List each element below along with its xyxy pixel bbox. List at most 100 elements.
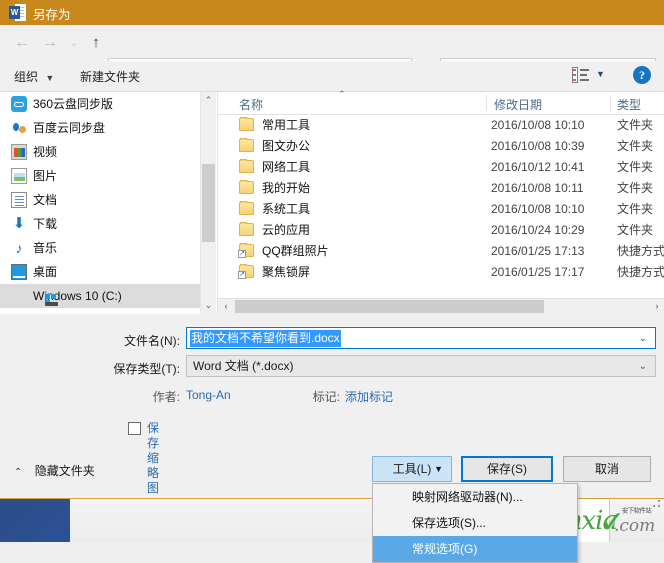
view-mode-chevron-icon[interactable]: ▼ bbox=[596, 69, 605, 79]
up-button[interactable]: ↑ bbox=[84, 31, 108, 55]
new-folder-button[interactable]: 新建文件夹 bbox=[80, 68, 140, 85]
file-name: 云的应用 bbox=[262, 223, 311, 237]
sort-indicator-icon: ⌃ bbox=[338, 89, 346, 99]
menu-item-general-options[interactable]: 常规选项(G) bbox=[373, 536, 577, 562]
column-header-type[interactable]: 类型 bbox=[617, 96, 641, 113]
sidebar-item-label: 文档 bbox=[33, 193, 58, 207]
file-date: 2016/10/08 10:10 bbox=[491, 118, 585, 132]
save-as-screen: Anxia ✓ .com 安下软件站 W 另存为 ← → ⌄ ↑ « › bbox=[0, 0, 664, 563]
music-icon: ♪ bbox=[15, 240, 23, 256]
add-tag-link[interactable]: 添加标记 bbox=[345, 388, 393, 405]
file-name: 聚焦锁屏 bbox=[262, 265, 311, 279]
pictures-icon bbox=[11, 168, 27, 184]
author-value[interactable]: Tong-An bbox=[186, 388, 231, 402]
folder-icon bbox=[239, 117, 254, 131]
menu-item-save-options[interactable]: 保存选项(S)... bbox=[373, 510, 577, 536]
sidebar-item-pictures[interactable]: 图片 bbox=[0, 164, 200, 188]
folder-icon bbox=[239, 201, 254, 215]
hide-folders-label: 隐藏文件夹 bbox=[34, 464, 95, 478]
save-button[interactable]: 保存(S) bbox=[461, 456, 553, 482]
shortcut-folder-icon: ↗ bbox=[238, 264, 254, 279]
cancel-button[interactable]: 取消 bbox=[563, 456, 651, 482]
word-side-panel bbox=[0, 499, 70, 542]
scroll-left-icon[interactable]: ‹ bbox=[218, 299, 234, 314]
save-as-dialog: W 另存为 ← → ⌄ ↑ « › 用户 › Tong Computer › 桌… bbox=[0, 0, 664, 498]
scroll-right-icon[interactable]: › bbox=[649, 299, 664, 314]
file-date: 2016/10/08 10:11 bbox=[491, 181, 584, 195]
table-row[interactable]: ↗ QQ群组照片 2016/01/25 17:13 快捷方式 bbox=[218, 241, 664, 262]
file-type: 文件夹 bbox=[617, 118, 654, 132]
sidebar-item-videos[interactable]: 视频 bbox=[0, 140, 200, 164]
dialog-title: 另存为 bbox=[33, 8, 71, 22]
file-type: 文件夹 bbox=[617, 160, 654, 174]
file-name: 图文办公 bbox=[262, 139, 311, 153]
tools-dropdown-menu: 映射网络驱动器(N)... 保存选项(S)... 常规选项(G) bbox=[372, 483, 578, 563]
navigation-pane: 360云盘同步版 百度云同步盘 视频 图片 文档 ⬇ 下载 ♪ 音乐 桌面 Wi… bbox=[0, 92, 200, 314]
filename-input[interactable]: 我的文档不希望你看到.docx ⌄ bbox=[186, 327, 656, 349]
sidebar-item-baiducloud[interactable]: 百度云同步盘 bbox=[0, 116, 200, 140]
menu-item-map-network-drive[interactable]: 映射网络驱动器(N)... bbox=[373, 484, 577, 510]
sidebar-item-documents[interactable]: 文档 bbox=[0, 188, 200, 212]
sidebar-item-label: 百度云同步盘 bbox=[33, 121, 106, 135]
column-header-name[interactable]: 名称 bbox=[239, 96, 263, 113]
file-date: 2016/01/25 17:17 bbox=[491, 265, 585, 279]
save-thumbnail-checkbox[interactable] bbox=[128, 422, 141, 435]
file-rows: 常用工具 2016/10/08 10:10 文件夹 图文办公 2016/10/0… bbox=[218, 115, 664, 283]
filetype-select[interactable]: Word 文档 (*.docx) ⌄ bbox=[186, 355, 656, 377]
column-header-date[interactable]: 修改日期 bbox=[494, 96, 542, 113]
chevron-down-icon[interactable]: ⌄ bbox=[639, 359, 647, 374]
cloud-360-icon bbox=[11, 96, 27, 112]
sidebar-item-desktop[interactable]: 桌面 bbox=[0, 260, 200, 284]
save-thumbnail-label: 保存缩略图 bbox=[147, 421, 160, 495]
chevron-up-icon: ⌃ bbox=[14, 467, 23, 478]
scrollbar-thumb[interactable] bbox=[202, 164, 215, 242]
folder-icon bbox=[239, 159, 254, 173]
scroll-down-icon[interactable]: ⌄ bbox=[201, 297, 216, 314]
tools-button[interactable]: 工具(L) ▼ bbox=[372, 456, 452, 482]
file-type: 文件夹 bbox=[617, 139, 654, 153]
table-row[interactable]: 常用工具 2016/10/08 10:10 文件夹 bbox=[218, 115, 664, 136]
sidebar-item-windows-drive[interactable]: Windows 10 (C:) bbox=[0, 284, 200, 308]
file-name: 系统工具 bbox=[262, 202, 311, 216]
back-button[interactable]: ← bbox=[10, 31, 34, 55]
file-date: 2016/10/12 10:41 bbox=[491, 160, 585, 174]
sidebar-item-label: 360云盘同步版 bbox=[33, 97, 114, 111]
file-type: 文件夹 bbox=[617, 223, 654, 237]
file-date: 2016/01/25 17:13 bbox=[491, 244, 585, 258]
watermark-suffix: .com bbox=[614, 516, 656, 536]
sidebar-item-360cloud[interactable]: 360云盘同步版 bbox=[0, 92, 200, 116]
view-mode-icon[interactable] bbox=[572, 67, 589, 83]
table-row[interactable]: ↗ 聚焦锁屏 2016/01/25 17:17 快捷方式 bbox=[218, 262, 664, 283]
table-row[interactable]: 网络工具 2016/10/12 10:41 文件夹 bbox=[218, 157, 664, 178]
folder-icon bbox=[239, 138, 254, 152]
scroll-up-icon[interactable]: ⌃ bbox=[201, 92, 216, 109]
sidebar-item-label: 桌面 bbox=[33, 265, 58, 279]
file-list-pane: ⌃ 名称 修改日期 类型 常用工具 2016/10/08 10:10 文件夹 图… bbox=[217, 89, 664, 314]
table-row[interactable]: 我的开始 2016/10/08 10:11 文件夹 bbox=[218, 178, 664, 199]
recent-locations-button[interactable]: ⌄ bbox=[62, 31, 86, 55]
filename-label: 文件名(N): bbox=[124, 334, 180, 348]
file-type: 文件夹 bbox=[617, 181, 654, 195]
filetype-value: Word 文档 (*.docx) bbox=[193, 359, 294, 373]
sidebar-scrollbar[interactable]: ⌃ ⌄ bbox=[200, 92, 216, 314]
column-headers: ⌃ 名称 修改日期 类型 bbox=[218, 89, 664, 115]
hide-folders-button[interactable]: ⌃ 隐藏文件夹 bbox=[14, 462, 95, 479]
chevron-down-icon[interactable]: ⌄ bbox=[639, 331, 647, 346]
table-row[interactable]: 云的应用 2016/10/24 10:29 文件夹 bbox=[218, 220, 664, 241]
file-name: 网络工具 bbox=[262, 160, 311, 174]
sidebar-item-music[interactable]: ♪ 音乐 bbox=[0, 236, 200, 260]
file-list-horizontal-scrollbar[interactable]: ‹ › bbox=[218, 298, 664, 314]
table-row[interactable]: 图文办公 2016/10/08 10:39 文件夹 bbox=[218, 136, 664, 157]
scrollbar-thumb[interactable] bbox=[235, 300, 544, 313]
watermark-subtext: 安下软件站 bbox=[622, 507, 652, 515]
dialog-title-bar: W 另存为 bbox=[0, 0, 664, 25]
sidebar-item-downloads[interactable]: ⬇ 下载 bbox=[0, 212, 200, 236]
forward-button[interactable]: → bbox=[38, 31, 62, 55]
downloads-icon: ⬇ bbox=[12, 215, 26, 232]
table-row[interactable]: 系统工具 2016/10/08 10:10 文件夹 bbox=[218, 199, 664, 220]
navigation-bar: ← → ⌄ ↑ « › 用户 › Tong Computer › 桌面 ⌄ ↻ bbox=[0, 25, 664, 80]
organize-button[interactable]: 组织 ▼ bbox=[14, 68, 54, 85]
shortcut-folder-icon: ↗ bbox=[238, 243, 254, 258]
help-button[interactable]: ? bbox=[633, 66, 651, 84]
file-name: QQ群组照片 bbox=[262, 244, 329, 258]
